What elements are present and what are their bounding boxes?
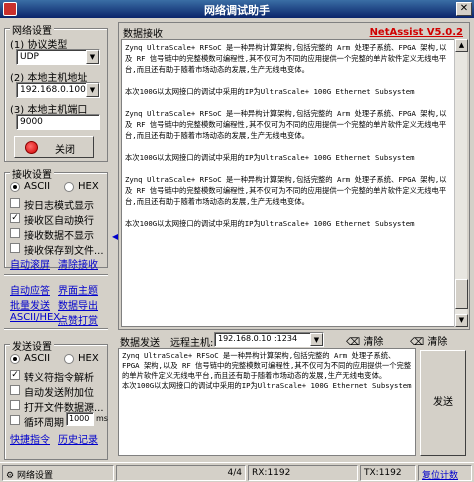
divider — [4, 274, 108, 276]
file-source-checkbox[interactable] — [10, 400, 20, 410]
chevron-down-icon[interactable]: ▼ — [310, 333, 323, 346]
brand-link[interactable]: NetAssist V5.0.2 — [370, 27, 463, 38]
reset-count-link[interactable]: 复位计数 — [418, 465, 472, 481]
status-led-icon — [25, 141, 38, 154]
open-close-label: 关闭 — [55, 145, 75, 156]
left-panel: 网络设置 (1) 协议类型 UDP ▼ (2) 本地主机地址 192.168.0… — [0, 18, 112, 482]
broom-icon: ⌫ — [410, 337, 425, 348]
recv-paragraph: Zynq UltraScale+ RFSoC 是一种异构计算架构,包括完整的 A… — [125, 109, 447, 140]
send-button[interactable]: 发送 — [420, 350, 466, 456]
status-bar: ⚙ 网络设置 4/4 RX:1192 TX:1192 复位计数 — [0, 462, 474, 482]
send-hex-radio[interactable] — [64, 354, 74, 364]
clear-recv-link[interactable]: 清除接收 — [58, 256, 98, 271]
append-bit-label: 自动发送附加位 — [24, 388, 94, 399]
status-net-settings: ⚙ 网络设置 — [2, 465, 114, 481]
auto-reply-link[interactable]: 自动应答 — [10, 282, 50, 297]
append-bit-checkbox[interactable] — [10, 385, 20, 395]
window-title: 网络调试助手 — [204, 4, 270, 17]
log-mode-label: 按日志模式显示 — [24, 201, 94, 212]
cycle-label: 循环周期 — [24, 418, 64, 429]
recv-hex-label: HEX — [78, 181, 99, 192]
send-hex-label: HEX — [78, 353, 99, 364]
status-tx: TX:1192 — [360, 465, 416, 481]
quick-cmd-link[interactable]: 快捷指令 — [10, 431, 50, 446]
protocol-value: UDP — [20, 52, 39, 62]
cycle-unit: ms — [96, 414, 108, 423]
clear-send-left-button[interactable]: ⌫ 清除 — [346, 333, 383, 348]
clear-send-right-label: 清除 — [427, 337, 448, 348]
send-text: Zynq UltraScale+ RFSoC 是一种异构计算架构,包括完整的 A… — [122, 351, 412, 390]
recv-paragraph: 本次100G以太网接口的调试中采用的IP为UltraScale+ 100G Et… — [125, 153, 415, 162]
recv-hex-radio[interactable] — [64, 182, 74, 192]
cycle-checkbox[interactable] — [10, 415, 20, 425]
open-close-button[interactable]: 关闭 — [14, 136, 94, 158]
local-port-input[interactable]: 9000 — [16, 114, 100, 130]
auto-wrap-checkbox[interactable]: ✓ — [10, 213, 20, 223]
scroll-down-icon[interactable]: ▼ — [455, 314, 468, 327]
batch-send-link[interactable]: 批量发送 — [10, 297, 50, 312]
remote-host-label: 远程主机: — [170, 338, 214, 349]
cycle-period-input[interactable]: 1000 — [66, 412, 94, 426]
receive-title: 数据接收 — [123, 29, 163, 40]
recv-paragraph: Zynq UltraScale+ RFSoC 是一种异构计算架构,包括完整的 A… — [125, 175, 447, 206]
send-textarea[interactable]: Zynq UltraScale+ RFSoC 是一种异构计算架构,包括完整的 A… — [118, 348, 416, 456]
broom-icon: ⌫ — [346, 337, 361, 348]
protocol-select[interactable]: UDP ▼ — [16, 49, 100, 65]
divider — [4, 328, 108, 330]
recv-paragraph: 本次100G以太网接口的调试中采用的IP为UltraScale+ 100G Et… — [125, 87, 415, 96]
recv-ascii-radio[interactable] — [10, 182, 20, 192]
hide-recv-label: 接收数据不显示 — [24, 231, 94, 242]
clear-send-left-label: 清除 — [363, 337, 384, 348]
chevron-down-icon[interactable]: ▼ — [86, 50, 99, 64]
status-net-settings-label: 网络设置 — [16, 471, 53, 481]
history-link[interactable]: 历史记录 — [58, 431, 98, 446]
recv-ascii-label: ASCII — [24, 181, 51, 192]
send-ascii-radio[interactable] — [10, 354, 20, 364]
auto-scroll-link[interactable]: 自动滚屏 — [10, 256, 50, 271]
ascii-hex-link[interactable]: ASCII/HEX — [10, 312, 60, 323]
send-toolbar: 数据发送 远程主机: 192.168.0.10 :1234 ▼ ⌫ 清除 ⌫ 清… — [118, 332, 470, 349]
gear-icon: ⚙ — [6, 471, 15, 481]
recv-paragraph: 本次100G以太网接口的调试中采用的IP为UltraScale+ 100G Et… — [125, 219, 415, 228]
recv-settings-legend: 接收设置 — [10, 166, 54, 181]
scroll-thumb[interactable] — [455, 279, 468, 309]
send-title: 数据发送 — [120, 338, 160, 349]
receive-textarea[interactable]: Zynq UltraScale+ RFSoC 是一种异构计算架构,包括完整的 A… — [121, 39, 455, 327]
theme-link[interactable]: 界面主题 — [58, 282, 98, 297]
send-settings-legend: 发送设置 — [10, 338, 54, 353]
local-ip-value: 192.168.0.100 — [20, 85, 86, 95]
receive-scrollbar[interactable]: ▲ ▼ — [454, 39, 468, 327]
auto-wrap-label: 接收区自动换行 — [24, 216, 94, 227]
chevron-down-icon[interactable]: ▼ — [86, 83, 99, 97]
local-ip-select[interactable]: 192.168.0.100 ▼ — [16, 82, 100, 98]
close-button[interactable]: ✕ — [456, 2, 472, 16]
log-mode-checkbox[interactable] — [10, 198, 20, 208]
scroll-up-icon[interactable]: ▲ — [455, 39, 468, 52]
recv-paragraph: Zynq UltraScale+ RFSoC 是一种异构计算架构,包括完整的 A… — [125, 43, 447, 74]
donate-link[interactable]: 点赞打赏 — [58, 312, 98, 327]
title-bar: 网络调试助手 ✕ — [0, 0, 474, 18]
save-file-label: 接收保存到文件... — [24, 246, 104, 257]
escape-parse-checkbox[interactable]: ✓ — [10, 370, 20, 380]
status-page: 4/4 — [116, 465, 246, 481]
net-settings-legend: 网络设置 — [10, 22, 54, 37]
export-link[interactable]: 数据导出 — [58, 297, 98, 312]
remote-host-value: 192.168.0.10 :1234 — [218, 334, 298, 343]
send-ascii-label: ASCII — [24, 353, 51, 364]
status-rx: RX:1192 — [248, 465, 358, 481]
remote-host-select[interactable]: 192.168.0.10 :1234 ▼ — [214, 332, 324, 347]
save-file-checkbox[interactable] — [10, 243, 20, 253]
receive-panel: 数据接收 NetAssist V5.0.2 Zynq UltraScale+ R… — [118, 22, 470, 330]
hide-recv-checkbox[interactable] — [10, 228, 20, 238]
clear-send-right-button[interactable]: ⌫ 清除 — [410, 333, 447, 348]
escape-parse-label: 转义符指令解析 — [24, 373, 94, 384]
